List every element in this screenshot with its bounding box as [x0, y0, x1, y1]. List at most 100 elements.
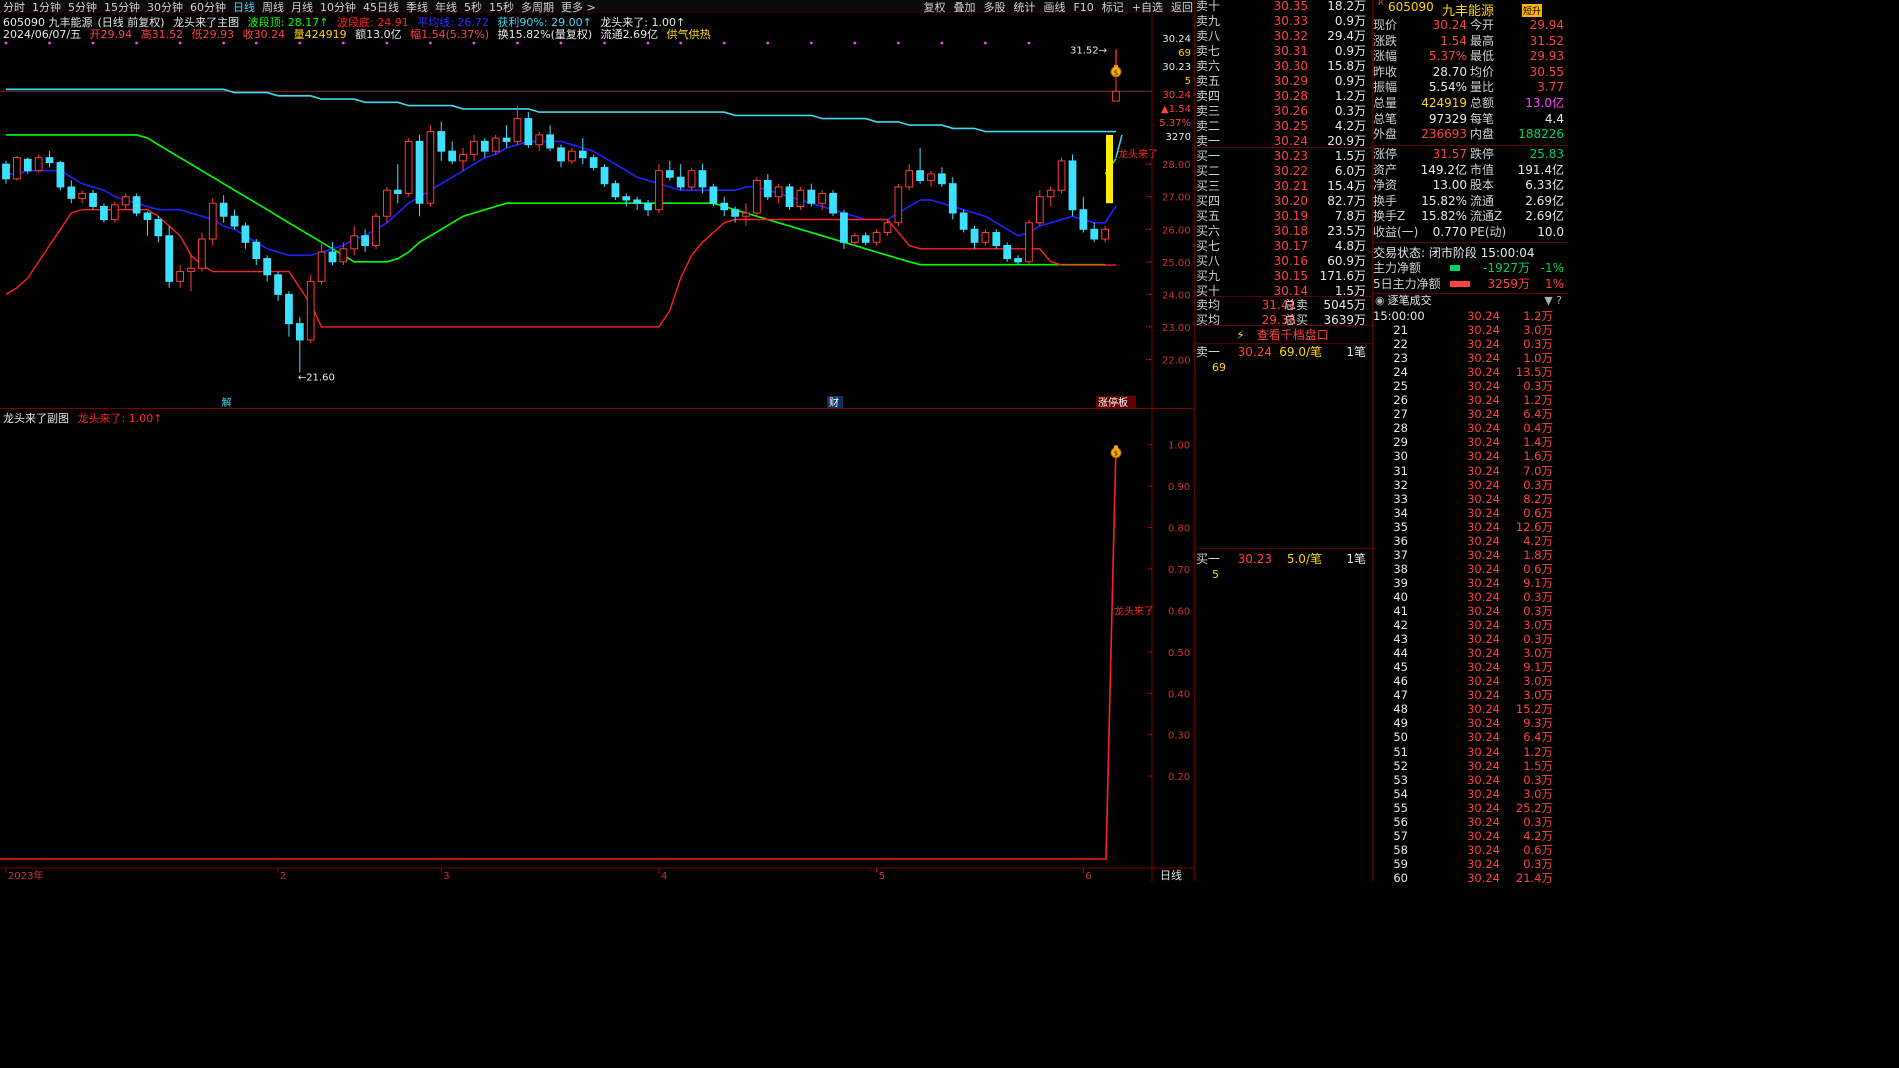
- qiandang-button[interactable]: ⚡ 查看千档盘口: [1194, 327, 1371, 343]
- candle[interactable]: [121, 193, 130, 210]
- ask-row[interactable]: 卖十 30.35 18.2万: [1194, 0, 1371, 14]
- candle[interactable]: [1101, 226, 1109, 243]
- candle[interactable]: [187, 255, 195, 292]
- candle[interactable]: [535, 131, 544, 152]
- bid-row[interactable]: 买四 30.20 82.7万: [1194, 194, 1371, 209]
- candle[interactable]: [992, 229, 1001, 249]
- period-indicator[interactable]: 日线: [1160, 868, 1182, 882]
- toolbar-button[interactable]: 返回: [1171, 0, 1193, 15]
- period-tab[interactable]: 分时: [3, 0, 25, 15]
- ask1-detail[interactable]: 卖一 30.24 69.0/笔 1笔: [1194, 345, 1371, 360]
- candle[interactable]: [927, 170, 935, 187]
- bid-row[interactable]: 买五 30.19 7.8万: [1194, 209, 1371, 224]
- ask-row[interactable]: 卖四 30.28 1.2万: [1194, 89, 1371, 104]
- candle[interactable]: [861, 232, 870, 246]
- candle[interactable]: [763, 173, 772, 200]
- period-tab[interactable]: 月线: [291, 0, 313, 15]
- candle[interactable]: [2, 160, 10, 184]
- candle[interactable]: [241, 222, 250, 249]
- ask-row[interactable]: 卖九 30.33 0.9万: [1194, 14, 1371, 29]
- candle[interactable]: [350, 226, 359, 256]
- toolbar-button[interactable]: 叠加: [953, 0, 975, 15]
- period-tab[interactable]: 60分钟: [190, 0, 226, 15]
- candle[interactable]: [1079, 196, 1088, 233]
- candle[interactable]: [850, 232, 859, 246]
- candle[interactable]: [480, 138, 489, 158]
- candle[interactable]: [317, 242, 326, 285]
- candle[interactable]: [295, 317, 304, 373]
- candle[interactable]: [807, 183, 816, 207]
- toolbar-button[interactable]: +自选: [1132, 0, 1163, 15]
- ask-row[interactable]: 卖七 30.31 0.9万: [1194, 44, 1371, 59]
- bid-row[interactable]: 买六 30.18 23.5万: [1194, 224, 1371, 239]
- candle[interactable]: [1003, 242, 1012, 262]
- candle[interactable]: [13, 156, 21, 181]
- candle[interactable]: [1057, 157, 1066, 194]
- toolbar-button[interactable]: 画线: [1043, 0, 1065, 15]
- candle[interactable]: [404, 138, 413, 197]
- candle[interactable]: [796, 186, 805, 210]
- candle[interactable]: [894, 183, 903, 227]
- candle[interactable]: [274, 271, 282, 301]
- candle[interactable]: [970, 226, 979, 249]
- period-tab[interactable]: 多周期: [521, 0, 554, 15]
- filter-icon[interactable]: ▼ ?: [1544, 294, 1562, 308]
- candle[interactable]: [557, 144, 565, 168]
- candle[interactable]: [78, 190, 87, 204]
- candle[interactable]: [1035, 190, 1044, 227]
- candle[interactable]: [1068, 154, 1077, 217]
- sub-indicator-chart[interactable]: 0.20 0.30 0.40 0.50 0.60 0.70 0.80 0.90 1.00 $ 龙头来…: [0, 409, 1193, 882]
- period-tab[interactable]: 5分钟: [68, 0, 97, 15]
- candle[interactable]: [285, 291, 293, 337]
- candle[interactable]: [176, 265, 184, 288]
- ask-row[interactable]: 卖二 30.25 4.2万: [1194, 119, 1371, 134]
- ask-row[interactable]: 卖六 30.30 15.8万: [1194, 59, 1371, 74]
- period-tab[interactable]: 日线: [233, 0, 255, 15]
- period-tab[interactable]: 5秒: [464, 0, 482, 15]
- candle[interactable]: [502, 125, 511, 148]
- candle[interactable]: [230, 209, 239, 230]
- candle[interactable]: [938, 167, 946, 187]
- candle[interactable]: [110, 201, 119, 223]
- candle[interactable]: [361, 229, 369, 253]
- ask-row[interactable]: 卖五 30.29 0.9万: [1194, 74, 1371, 89]
- candle[interactable]: [393, 164, 402, 204]
- candle[interactable]: [165, 226, 174, 288]
- period-tab[interactable]: 周线: [262, 0, 284, 15]
- candle[interactable]: [34, 154, 43, 173]
- candle[interactable]: [578, 138, 587, 165]
- candle[interactable]: [198, 232, 206, 272]
- candle[interactable]: [774, 183, 783, 204]
- bid-row[interactable]: 买七 30.17 4.8万: [1194, 239, 1371, 254]
- candle[interactable]: [415, 134, 424, 217]
- bid-row[interactable]: 买三 30.21 15.4万: [1194, 179, 1371, 194]
- candle[interactable]: [513, 105, 522, 145]
- candle[interactable]: [448, 141, 457, 165]
- candle[interactable]: [470, 134, 478, 161]
- candle[interactable]: [600, 164, 609, 187]
- candle[interactable]: [426, 125, 435, 207]
- candle[interactable]: [524, 112, 533, 148]
- bid-row[interactable]: 买九 30.15 171.6万: [1194, 269, 1371, 284]
- candle[interactable]: [785, 183, 794, 210]
- candle[interactable]: [263, 255, 272, 282]
- toolbar-button[interactable]: 标记: [1102, 0, 1124, 15]
- collapse-icon[interactable]: ◉: [1375, 294, 1385, 307]
- main-candlestick-chart[interactable]: 22.00 23.00 24.00 25.00 26.00 27.00 28.00 30.24…: [0, 14, 1193, 409]
- bid-row[interactable]: 买一 30.23 1.5万: [1194, 149, 1371, 164]
- candle[interactable]: [720, 196, 729, 217]
- candle[interactable]: [959, 209, 968, 233]
- candle[interactable]: [709, 183, 718, 207]
- toolbar-button[interactable]: 多股: [983, 0, 1005, 15]
- candle[interactable]: [589, 154, 598, 171]
- candle[interactable]: [208, 198, 217, 246]
- toolbar-button[interactable]: 复权: [923, 0, 945, 15]
- candle[interactable]: [328, 242, 337, 266]
- candle[interactable]: [100, 203, 108, 223]
- candle[interactable]: [154, 216, 163, 243]
- candle[interactable]: [491, 134, 500, 155]
- candle[interactable]: [1014, 255, 1022, 266]
- period-tab[interactable]: 1分钟: [32, 0, 61, 15]
- candle[interactable]: [665, 160, 674, 181]
- toolbar-button[interactable]: F10: [1073, 1, 1093, 14]
